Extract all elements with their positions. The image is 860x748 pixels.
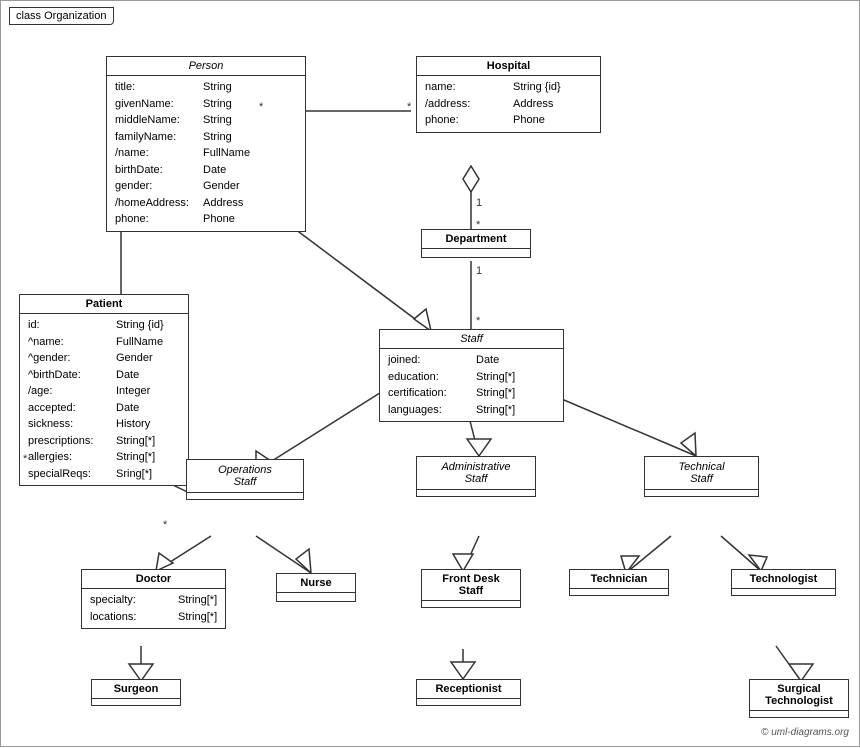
patient-attrs: id:String {id} ^name:FullName ^gender:Ge… [20, 314, 188, 485]
surgeon-attrs [92, 699, 180, 705]
administrative-staff-title: AdministrativeStaff [417, 457, 535, 490]
staff-attrs: joined:Date education:String[*] certific… [380, 349, 563, 421]
hospital-class: Hospital name:String {id} /address:Addre… [416, 56, 601, 133]
technician-title: Technician [570, 570, 668, 589]
mult-hospital-dept-1: 1 [476, 197, 482, 209]
receptionist-title: Receptionist [417, 680, 520, 699]
person-title: Person [107, 57, 305, 76]
doctor-title: Doctor [82, 570, 225, 589]
copyright: © uml-diagrams.org [761, 727, 849, 738]
technical-staff-title: TechnicalStaff [645, 457, 758, 490]
mult-hospital-side: * [407, 101, 411, 113]
technologist-attrs [732, 589, 835, 595]
surgeon-title: Surgeon [92, 680, 180, 699]
receptionist-class: Receptionist [416, 679, 521, 706]
mult-person-hospital: * [259, 101, 263, 113]
hospital-attrs: name:String {id} /address:Address phone:… [417, 76, 600, 132]
doctor-class: Doctor specialty:String[*] locations:Str… [81, 569, 226, 629]
receptionist-attrs [417, 699, 520, 705]
technologist-title: Technologist [732, 570, 835, 589]
staff-title: Staff [380, 330, 563, 349]
person-class: Person title:String givenName:String mid… [106, 56, 306, 232]
technician-class: Technician [569, 569, 669, 596]
diagram-title: class Organization [9, 7, 114, 25]
person-attrs: title:String givenName:String middleName… [107, 76, 305, 231]
operations-staff-title: OperationsStaff [187, 460, 303, 493]
mult-dept-staff-1: 1 [476, 265, 482, 277]
surgeon-class: Surgeon [91, 679, 181, 706]
administrative-staff-attrs [417, 490, 535, 496]
doctor-attrs: specialty:String[*] locations:String[*] [82, 589, 225, 628]
surgical-technologist-attrs [750, 711, 848, 717]
staff-class: Staff joined:Date education:String[*] ce… [379, 329, 564, 422]
nurse-class: Nurse [276, 573, 356, 602]
administrative-staff-class: AdministrativeStaff [416, 456, 536, 497]
surgical-technologist-title: SurgicalTechnologist [750, 680, 848, 711]
diagram-container: class Organization [0, 0, 860, 747]
department-attrs [422, 249, 530, 257]
mult-hospital-dept-star: * [476, 219, 480, 231]
hospital-title: Hospital [417, 57, 600, 76]
mult-patient-star: * [23, 453, 27, 465]
nurse-title: Nurse [277, 574, 355, 593]
surgical-technologist-class: SurgicalTechnologist [749, 679, 849, 718]
technician-attrs [570, 589, 668, 595]
front-desk-staff-attrs [422, 601, 520, 607]
technical-staff-attrs [645, 490, 758, 496]
front-desk-staff-class: Front DeskStaff [421, 569, 521, 608]
department-title: Department [422, 230, 530, 249]
operations-staff-class: OperationsStaff [186, 459, 304, 500]
technologist-class: Technologist [731, 569, 836, 596]
operations-staff-attrs [187, 493, 303, 499]
nurse-attrs [277, 593, 355, 601]
front-desk-staff-title: Front DeskStaff [422, 570, 520, 601]
mult-ops-staff-star: * [163, 519, 167, 531]
patient-class: Patient id:String {id} ^name:FullName ^g… [19, 294, 189, 486]
patient-title: Patient [20, 295, 188, 314]
department-class: Department [421, 229, 531, 258]
mult-dept-staff-star: * [476, 315, 480, 327]
technical-staff-class: TechnicalStaff [644, 456, 759, 497]
